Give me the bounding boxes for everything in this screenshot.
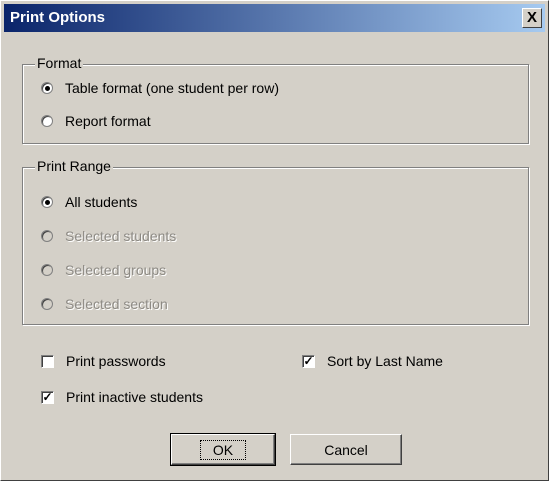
radio-icon — [41, 298, 53, 310]
checkbox-icon — [41, 354, 54, 368]
selected-students-label: Selected students — [65, 228, 177, 244]
radio-icon — [41, 230, 53, 242]
all-students-label: All students — [65, 194, 138, 210]
ok-button-label: OK — [199, 439, 247, 460]
print-passwords-label: Print passwords — [66, 353, 166, 369]
print-passwords-checkbox[interactable]: Print passwords — [41, 353, 166, 369]
cancel-button[interactable]: Cancel — [290, 434, 402, 465]
ok-button[interactable]: OK — [170, 433, 276, 466]
radio-selected-icon — [41, 196, 53, 208]
all-students-radio[interactable]: All students — [41, 194, 137, 210]
selected-students-radio: Selected students — [41, 228, 176, 244]
report-format-radio[interactable]: Report format — [41, 113, 151, 129]
print-inactive-checkbox[interactable]: ✓ Print inactive students — [41, 389, 203, 405]
print-inactive-label: Print inactive students — [66, 389, 203, 405]
radio-icon — [41, 264, 53, 276]
selected-section-label: Selected section — [65, 296, 168, 312]
selected-groups-radio: Selected groups — [41, 262, 166, 278]
close-button[interactable]: X — [522, 8, 542, 28]
print-range-group: Print Range All students Selected studen… — [22, 158, 529, 325]
title-bar[interactable]: Print Options X — [4, 4, 545, 32]
window-title: Print Options — [10, 9, 105, 26]
selected-groups-label: Selected groups — [65, 262, 167, 278]
print-range-group-label: Print Range — [35, 158, 113, 174]
radio-icon — [41, 115, 53, 127]
selected-section-radio: Selected section — [41, 296, 168, 312]
table-format-label: Table format (one student per row) — [65, 80, 279, 96]
radio-selected-icon — [41, 82, 53, 94]
sort-by-last-name-checkbox[interactable]: ✓ Sort by Last Name — [302, 353, 443, 369]
print-options-dialog: Print Options X Format Table format (one… — [0, 0, 549, 481]
checkmark-icon: ✓ — [302, 353, 315, 368]
cancel-button-label: Cancel — [324, 441, 368, 458]
report-format-label: Report format — [65, 113, 151, 129]
close-icon: X — [526, 9, 537, 26]
format-group-label: Format — [35, 55, 84, 71]
checkmark-icon: ✓ — [41, 389, 54, 404]
format-group: Format Table format (one student per row… — [22, 55, 529, 144]
sort-by-last-name-label: Sort by Last Name — [327, 353, 443, 369]
table-format-radio[interactable]: Table format (one student per row) — [41, 80, 279, 96]
